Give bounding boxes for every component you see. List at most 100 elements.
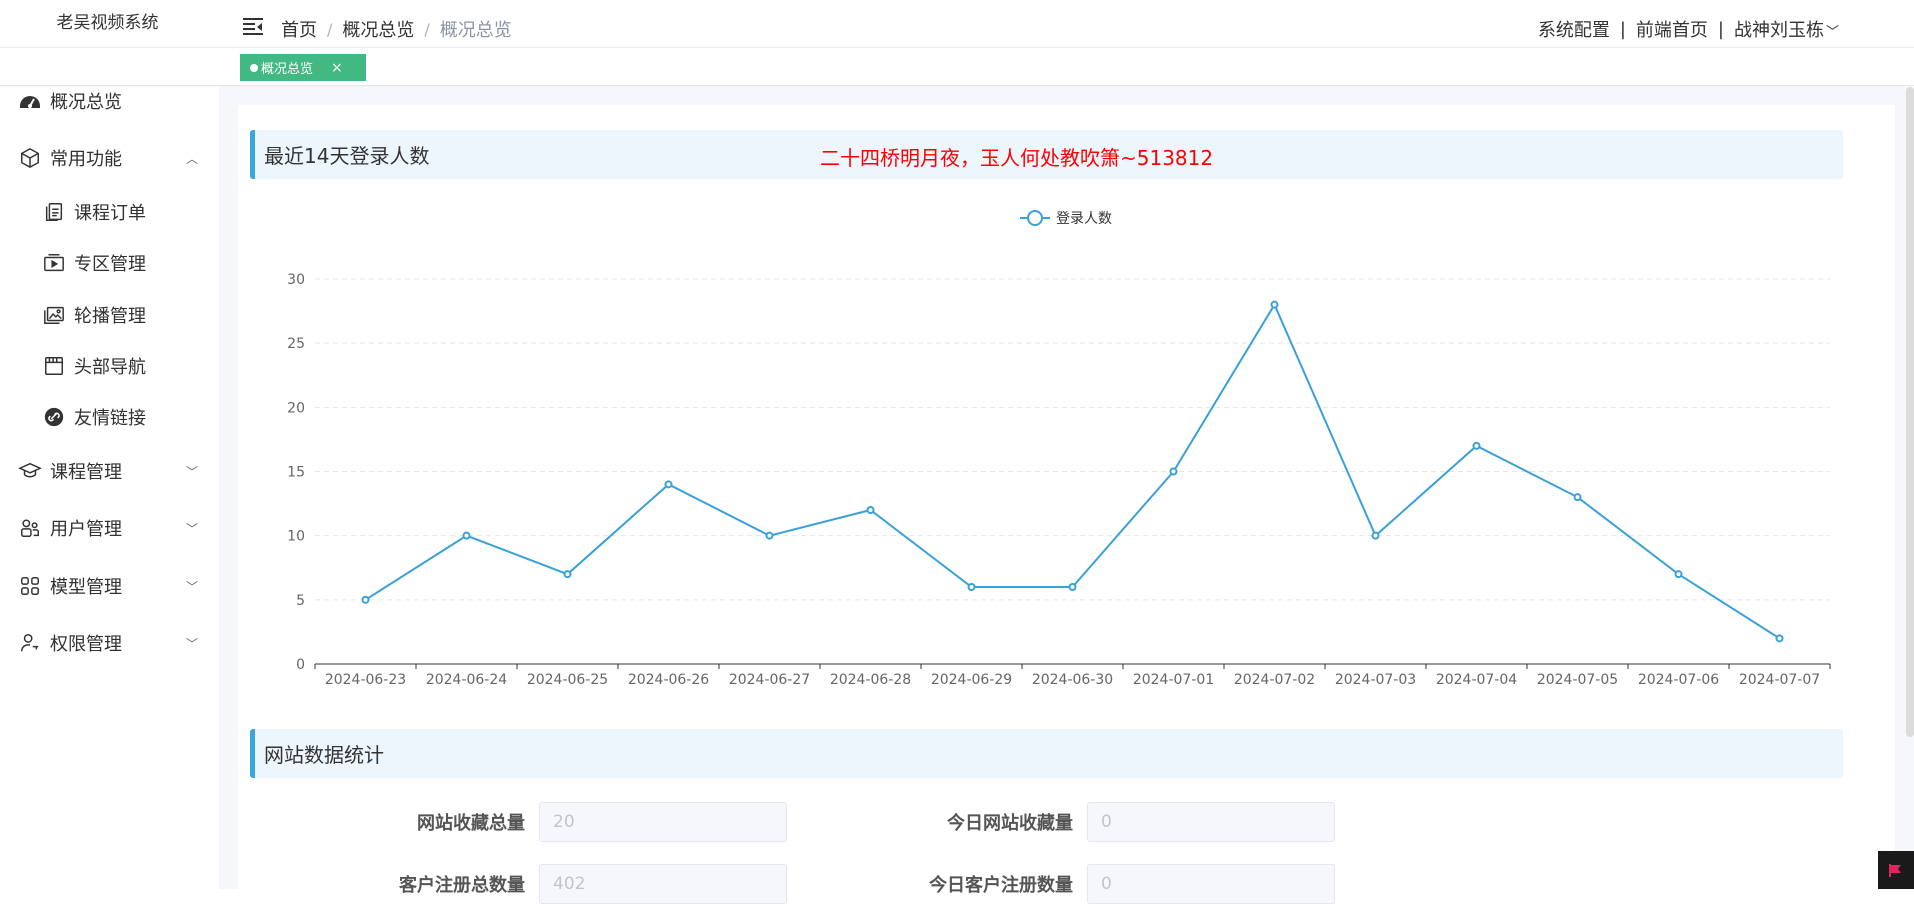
sidebar-item-model-management[interactable]: 模型管理 ﹀ bbox=[18, 573, 198, 599]
x-tick-label: 2024-06-29 bbox=[931, 672, 1012, 688]
sidebar: 概况总览 常用功能 ︿ 课程订单 专区管理 轮播管理 头部导航 友情 bbox=[0, 87, 219, 889]
sidebar-item-course-orders[interactable]: 课程订单 bbox=[42, 199, 222, 225]
poem-text: 二十四桥明月夜，玉人何处教吹箫~513812 bbox=[820, 142, 1213, 171]
x-tick-label: 2024-07-06 bbox=[1638, 672, 1719, 688]
users-icon bbox=[18, 516, 42, 540]
sidebar-item-carousel-management[interactable]: 轮播管理 bbox=[42, 302, 222, 328]
x-tick-label: 2024-06-24 bbox=[426, 672, 507, 688]
stats-section-title: 网站数据统计 bbox=[250, 729, 1843, 778]
x-tick-label: 2024-06-30 bbox=[1032, 672, 1113, 688]
stat-label-today-favorites: 今日网站收藏量 bbox=[887, 809, 1087, 835]
stat-input-today-favorites[interactable]: 0 bbox=[1087, 802, 1335, 842]
breadcrumb: 首页 / 概况总览 / 概况总览 bbox=[281, 16, 512, 42]
link-icon bbox=[42, 405, 66, 429]
window-icon bbox=[42, 354, 66, 378]
sidebar-item-label: 常用功能 bbox=[50, 145, 122, 171]
chevron-down-icon: ﹀ bbox=[186, 520, 198, 537]
sidebar-item-zone-management[interactable]: 专区管理 bbox=[42, 250, 222, 276]
frontend-home-link[interactable]: 前端首页 bbox=[1636, 16, 1708, 42]
sidebar-item-course-management[interactable]: 课程管理 ﹀ bbox=[18, 458, 198, 484]
sidebar-item-label: 课程管理 bbox=[50, 458, 122, 484]
chevron-down-icon: ﹀ bbox=[186, 578, 198, 595]
data-point bbox=[1474, 443, 1480, 449]
data-point bbox=[868, 507, 874, 513]
user-name: 战神刘玉栋 bbox=[1734, 20, 1824, 41]
section-title-text: 最近14天登录人数 bbox=[264, 140, 429, 169]
sidebar-item-label: 头部导航 bbox=[74, 353, 146, 379]
chevron-up-icon: ︿ bbox=[186, 150, 198, 167]
data-point bbox=[1575, 494, 1581, 500]
active-dot-icon bbox=[250, 64, 258, 72]
sidebar-item-label: 课程订单 bbox=[74, 199, 146, 225]
brand-title: 老吴视频系统 bbox=[0, 0, 215, 48]
active-tab-tag[interactable]: 概况总览 × bbox=[240, 54, 366, 81]
breadcrumb-separator: / bbox=[424, 20, 429, 39]
user-key-icon bbox=[18, 631, 42, 655]
sidebar-item-label: 专区管理 bbox=[74, 250, 146, 276]
section-title-text: 网站数据统计 bbox=[264, 739, 384, 768]
x-tick-label: 2024-06-27 bbox=[729, 672, 810, 688]
stats-row: 今日客户注册数量 0 bbox=[887, 864, 1335, 904]
stats-row: 客户注册总数量 402 bbox=[339, 864, 787, 904]
sidebar-item-label: 权限管理 bbox=[50, 630, 122, 656]
stat-input-today-registrations[interactable]: 0 bbox=[1087, 864, 1335, 904]
sidebar-item-header-nav[interactable]: 头部导航 bbox=[42, 353, 222, 379]
stats-row: 网站收藏总量 20 bbox=[339, 802, 787, 842]
sidebar-item-label: 用户管理 bbox=[50, 515, 122, 541]
stat-input-total-registrations[interactable]: 402 bbox=[539, 864, 787, 904]
legend-marker bbox=[1028, 211, 1042, 225]
sidebar-item-user-management[interactable]: 用户管理 ﹀ bbox=[18, 515, 198, 541]
stat-input-total-favorites[interactable]: 20 bbox=[539, 802, 787, 842]
data-point bbox=[1272, 302, 1278, 308]
stat-label-total-favorites: 网站收藏总量 bbox=[339, 809, 539, 835]
data-point bbox=[363, 597, 369, 603]
chevron-down-icon: ﹀ bbox=[186, 463, 198, 480]
breadcrumb-home[interactable]: 首页 bbox=[281, 16, 317, 42]
top-nav: 系统配置 | 前端首页 | 战神刘玉栋﹀ bbox=[1538, 16, 1839, 42]
sidebar-item-label: 概况总览 bbox=[50, 88, 122, 114]
breadcrumb-current: 概况总览 bbox=[440, 16, 512, 42]
y-tick-label: 10 bbox=[287, 529, 305, 545]
sidebar-item-overview[interactable]: 概况总览 bbox=[18, 88, 198, 114]
y-tick-label: 30 bbox=[287, 272, 305, 288]
chevron-down-icon: ﹀ bbox=[186, 635, 198, 652]
y-tick-label: 20 bbox=[287, 400, 305, 416]
feedback-flag-icon[interactable] bbox=[1878, 851, 1914, 889]
sidebar-item-label: 轮播管理 bbox=[74, 302, 146, 328]
data-point bbox=[1777, 635, 1783, 641]
stats-row: 今日网站收藏量 0 bbox=[887, 802, 1335, 842]
system-config-link[interactable]: 系统配置 bbox=[1538, 16, 1610, 42]
sidebar-item-common[interactable]: 常用功能 ︿ bbox=[18, 145, 198, 171]
sidebar-item-permission-management[interactable]: 权限管理 ﹀ bbox=[18, 630, 198, 656]
dashboard-icon bbox=[18, 89, 42, 113]
sidebar-item-friend-links[interactable]: 友情链接 bbox=[42, 404, 222, 430]
x-tick-label: 2024-06-23 bbox=[325, 672, 406, 688]
sidebar-item-label: 模型管理 bbox=[50, 573, 122, 599]
x-tick-label: 2024-07-04 bbox=[1436, 672, 1517, 688]
x-tick-label: 2024-07-02 bbox=[1234, 672, 1315, 688]
page-scrollbar[interactable] bbox=[1906, 87, 1914, 737]
x-tick-label: 2024-07-05 bbox=[1537, 672, 1618, 688]
data-point bbox=[1373, 533, 1379, 539]
breadcrumb-separator: / bbox=[327, 20, 332, 39]
stat-label-total-registrations: 客户注册总数量 bbox=[339, 871, 539, 897]
user-dropdown[interactable]: 战神刘玉栋﹀ bbox=[1734, 16, 1839, 42]
video-icon bbox=[42, 251, 66, 275]
cube-icon bbox=[18, 146, 42, 170]
data-point bbox=[666, 481, 672, 487]
y-tick-label: 15 bbox=[287, 465, 305, 481]
sidebar-item-label: 友情链接 bbox=[74, 404, 146, 430]
data-point bbox=[1676, 571, 1682, 577]
stat-label-today-registrations: 今日客户注册数量 bbox=[887, 871, 1087, 897]
y-tick-label: 25 bbox=[287, 336, 305, 352]
login-line-chart: 0510152025302024-06-232024-06-242024-06-… bbox=[250, 190, 1850, 690]
data-point bbox=[464, 533, 470, 539]
breadcrumb-section[interactable]: 概况总览 bbox=[342, 16, 414, 42]
x-tick-label: 2024-07-07 bbox=[1739, 672, 1820, 688]
x-tick-label: 2024-06-26 bbox=[628, 672, 709, 688]
close-icon[interactable]: × bbox=[331, 60, 343, 76]
y-tick-label: 5 bbox=[296, 593, 305, 609]
data-point bbox=[565, 571, 571, 577]
menu-toggle-icon[interactable] bbox=[243, 18, 263, 36]
x-tick-label: 2024-07-03 bbox=[1335, 672, 1416, 688]
